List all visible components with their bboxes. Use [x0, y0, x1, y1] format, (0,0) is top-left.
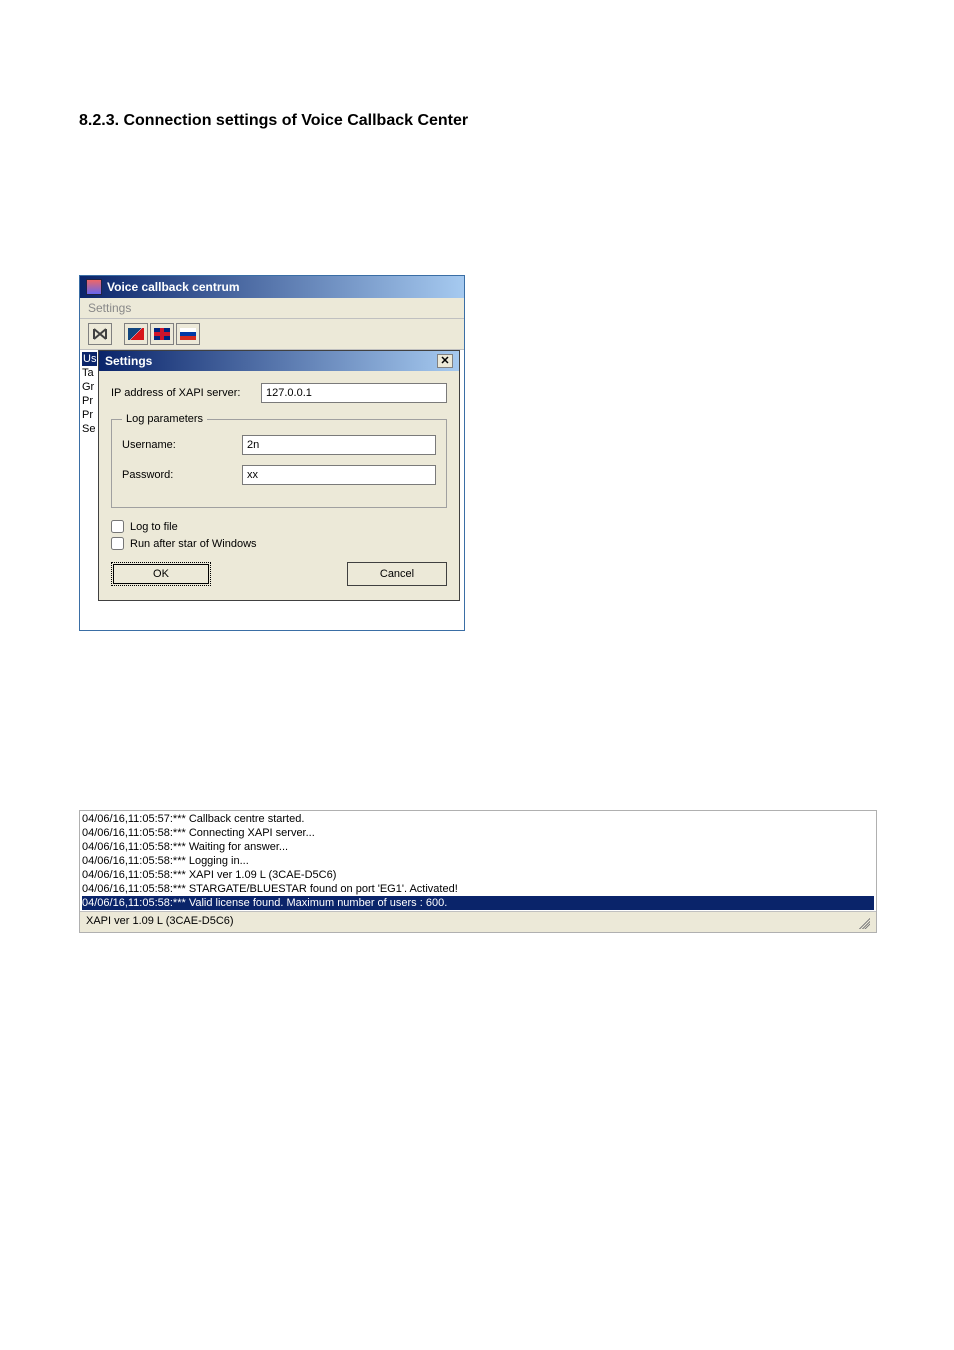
czech-flag-icon	[128, 328, 144, 340]
russian-flag-icon	[180, 328, 196, 340]
cancel-button[interactable]: Cancel	[347, 562, 447, 586]
log-line[interactable]: 04/06/16,11:05:57:*** Callback centre st…	[82, 812, 874, 826]
section-heading: 8.2.3. Connection settings of Voice Call…	[79, 112, 468, 130]
menu-settings[interactable]: Settings	[88, 301, 131, 315]
dialog-titlebar: Settings ✕	[99, 351, 459, 371]
run-after-start-label: Run after star of Windows	[130, 538, 257, 550]
app-icon	[86, 279, 102, 295]
exit-icon	[92, 327, 108, 341]
lang-czech-button[interactable]	[124, 323, 148, 345]
log-panel: 04/06/16,11:05:57:*** Callback centre st…	[79, 810, 877, 933]
menubar: Settings	[80, 298, 464, 319]
log-line[interactable]: 04/06/16,11:05:58:*** Waiting for answer…	[82, 840, 874, 854]
log-line[interactable]: 04/06/16,11:05:58:*** Connecting XAPI se…	[82, 826, 874, 840]
log-to-file-label: Log to file	[130, 521, 178, 533]
settings-dialog: Settings ✕ IP address of XAPI server: Lo…	[98, 350, 460, 601]
app-window: Voice callback centrum Settings Us Ta Gr…	[79, 275, 465, 631]
close-button[interactable]: ✕	[437, 354, 453, 368]
list-fragment: Us Ta Gr Pr Pr Se	[80, 350, 99, 438]
close-icon: ✕	[440, 356, 449, 367]
log-line[interactable]: 04/06/16,11:05:58:*** Logging in...	[82, 854, 874, 868]
password-label: Password:	[122, 469, 242, 481]
username-label: Username:	[122, 439, 242, 451]
log-line[interactable]: 04/06/16,11:05:58:*** XAPI ver 1.09 L (3…	[82, 868, 874, 882]
run-after-start-checkbox[interactable]	[111, 537, 124, 550]
log-line[interactable]: 04/06/16,11:05:58:*** STARGATE/BLUESTAR …	[82, 882, 874, 896]
statusbar: XAPI ver 1.09 L (3CAE-D5C6)	[80, 911, 876, 932]
log-parameters-group: Log parameters Username: Password:	[111, 413, 447, 508]
uk-flag-icon	[154, 328, 170, 340]
log-line-selected[interactable]: 04/06/16,11:05:58:*** Valid license foun…	[82, 896, 874, 910]
resize-grip-icon[interactable]	[856, 915, 870, 929]
ip-label: IP address of XAPI server:	[111, 387, 261, 399]
app-content: Us Ta Gr Pr Pr Se Settings ✕ IP address …	[80, 350, 464, 630]
status-text: XAPI ver 1.09 L (3CAE-D5C6)	[86, 915, 234, 929]
dialog-body: IP address of XAPI server: Log parameter…	[99, 371, 459, 600]
ok-button[interactable]: OK	[111, 562, 211, 586]
dialog-title: Settings	[105, 354, 152, 368]
toolbar-button-1[interactable]	[88, 323, 112, 345]
lang-russian-button[interactable]	[176, 323, 200, 345]
ip-input[interactable]	[261, 383, 447, 403]
log-lines: 04/06/16,11:05:57:*** Callback centre st…	[80, 811, 876, 911]
log-parameters-legend: Log parameters	[122, 413, 207, 425]
username-input[interactable]	[242, 435, 436, 455]
app-titlebar: Voice callback centrum	[80, 276, 464, 298]
app-title: Voice callback centrum	[107, 280, 240, 294]
toolbar	[80, 319, 464, 350]
lang-english-button[interactable]	[150, 323, 174, 345]
log-to-file-checkbox[interactable]	[111, 520, 124, 533]
password-input[interactable]	[242, 465, 436, 485]
